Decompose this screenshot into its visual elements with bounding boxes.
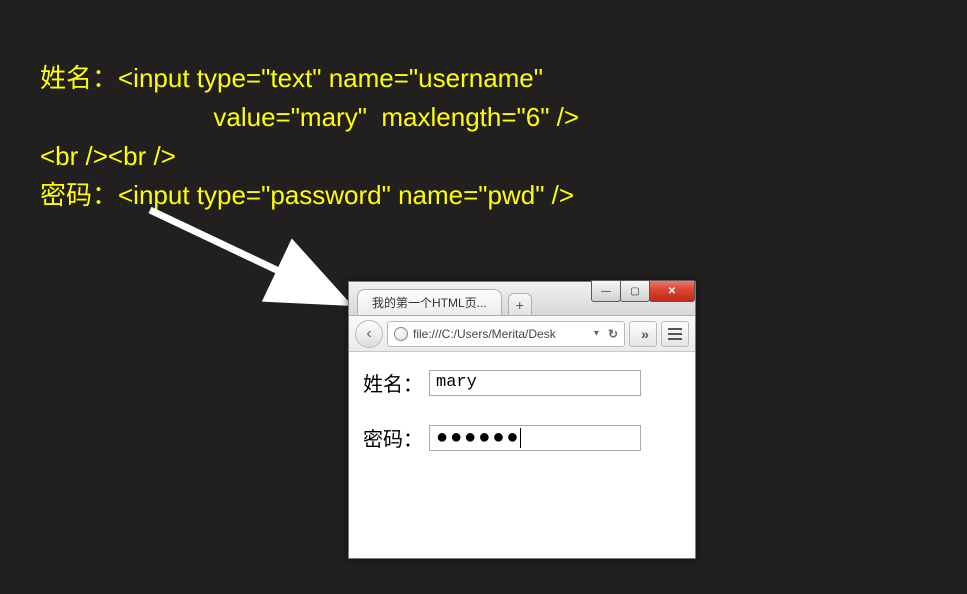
close-icon: ✕ bbox=[668, 286, 676, 297]
tab-title: 我的第一个HTML页... bbox=[372, 296, 487, 310]
chevrons-icon: » bbox=[641, 326, 645, 342]
overflow-button[interactable]: » bbox=[629, 321, 657, 347]
titlebar: — ▢ ✕ 我的第一个HTML页... + bbox=[349, 282, 695, 316]
url-text: file:///C:/Users/Merita/Desk bbox=[413, 327, 589, 341]
code-line-2: value="mary" maxlength="6" /> bbox=[40, 102, 579, 132]
back-button[interactable]: ‹ bbox=[355, 320, 383, 348]
plus-icon: + bbox=[516, 297, 524, 313]
menu-button[interactable] bbox=[661, 321, 689, 347]
page-content: 姓名： 密码： ●●●●●● bbox=[349, 352, 695, 494]
hamburger-icon bbox=[668, 328, 682, 340]
password-label: 密码： bbox=[363, 423, 423, 452]
tab-strip: 我的第一个HTML页... + bbox=[357, 289, 532, 315]
arrow-icon bbox=[140, 200, 370, 320]
username-input[interactable] bbox=[429, 370, 641, 396]
window-controls: — ▢ ✕ bbox=[592, 280, 695, 302]
nav-bar: ‹ file:///C:/Users/Merita/Desk ▾ ↻ » bbox=[349, 316, 695, 352]
browser-tab[interactable]: 我的第一个HTML页... bbox=[357, 289, 502, 315]
maximize-icon: ▢ bbox=[630, 286, 639, 297]
username-row: 姓名： bbox=[363, 368, 681, 397]
reload-icon: ↻ bbox=[608, 327, 618, 341]
close-button[interactable]: ✕ bbox=[649, 280, 695, 302]
browser-window: — ▢ ✕ 我的第一个HTML页... + ‹ file:///C:/Users… bbox=[348, 281, 696, 559]
code-line-3: <br /><br /> bbox=[40, 141, 176, 171]
password-row: 密码： ●●●●●● bbox=[363, 423, 681, 452]
new-tab-button[interactable]: + bbox=[508, 293, 532, 315]
password-mask: ●●●●●● bbox=[436, 426, 520, 449]
username-label: 姓名： bbox=[363, 368, 423, 397]
chevron-left-icon: ‹ bbox=[366, 325, 371, 343]
password-input[interactable]: ●●●●●● bbox=[429, 425, 641, 451]
url-bar[interactable]: file:///C:/Users/Merita/Desk ▾ ↻ bbox=[387, 321, 625, 347]
code-snippet: 姓名：<input type="text" name="username" va… bbox=[40, 20, 579, 215]
code-line-1: 姓名：<input type="text" name="username" bbox=[40, 63, 543, 93]
globe-icon bbox=[394, 327, 408, 341]
text-cursor bbox=[520, 428, 521, 448]
minimize-icon: — bbox=[601, 286, 611, 297]
dropdown-icon: ▾ bbox=[594, 328, 599, 339]
minimize-button[interactable]: — bbox=[591, 280, 621, 302]
maximize-button[interactable]: ▢ bbox=[620, 280, 650, 302]
